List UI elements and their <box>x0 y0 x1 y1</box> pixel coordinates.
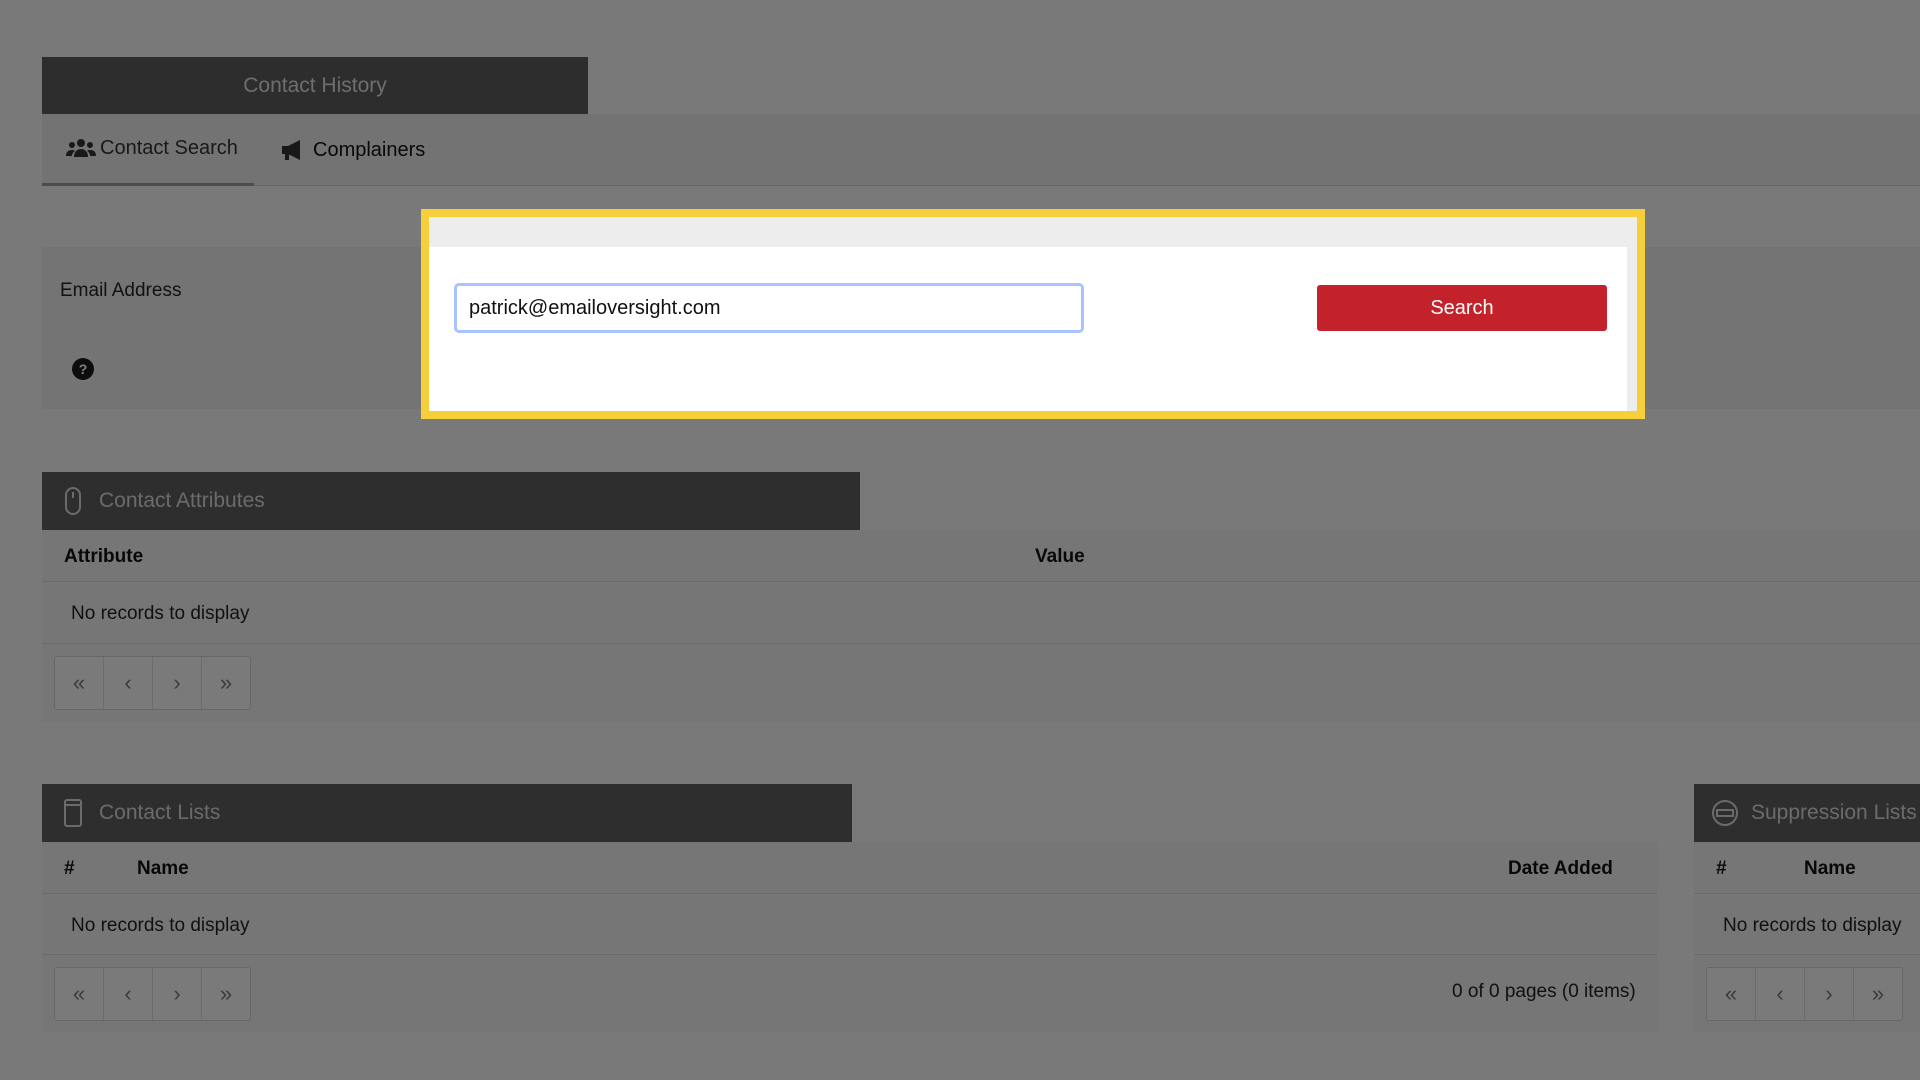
search-button[interactable]: Search <box>1317 285 1607 331</box>
spotlight-top-strip <box>429 217 1637 247</box>
email-address-input[interactable] <box>454 283 1084 333</box>
search-spotlight: Search <box>421 209 1645 419</box>
dim-overlay <box>0 0 1920 1080</box>
spotlight-right-strip <box>1627 247 1637 411</box>
